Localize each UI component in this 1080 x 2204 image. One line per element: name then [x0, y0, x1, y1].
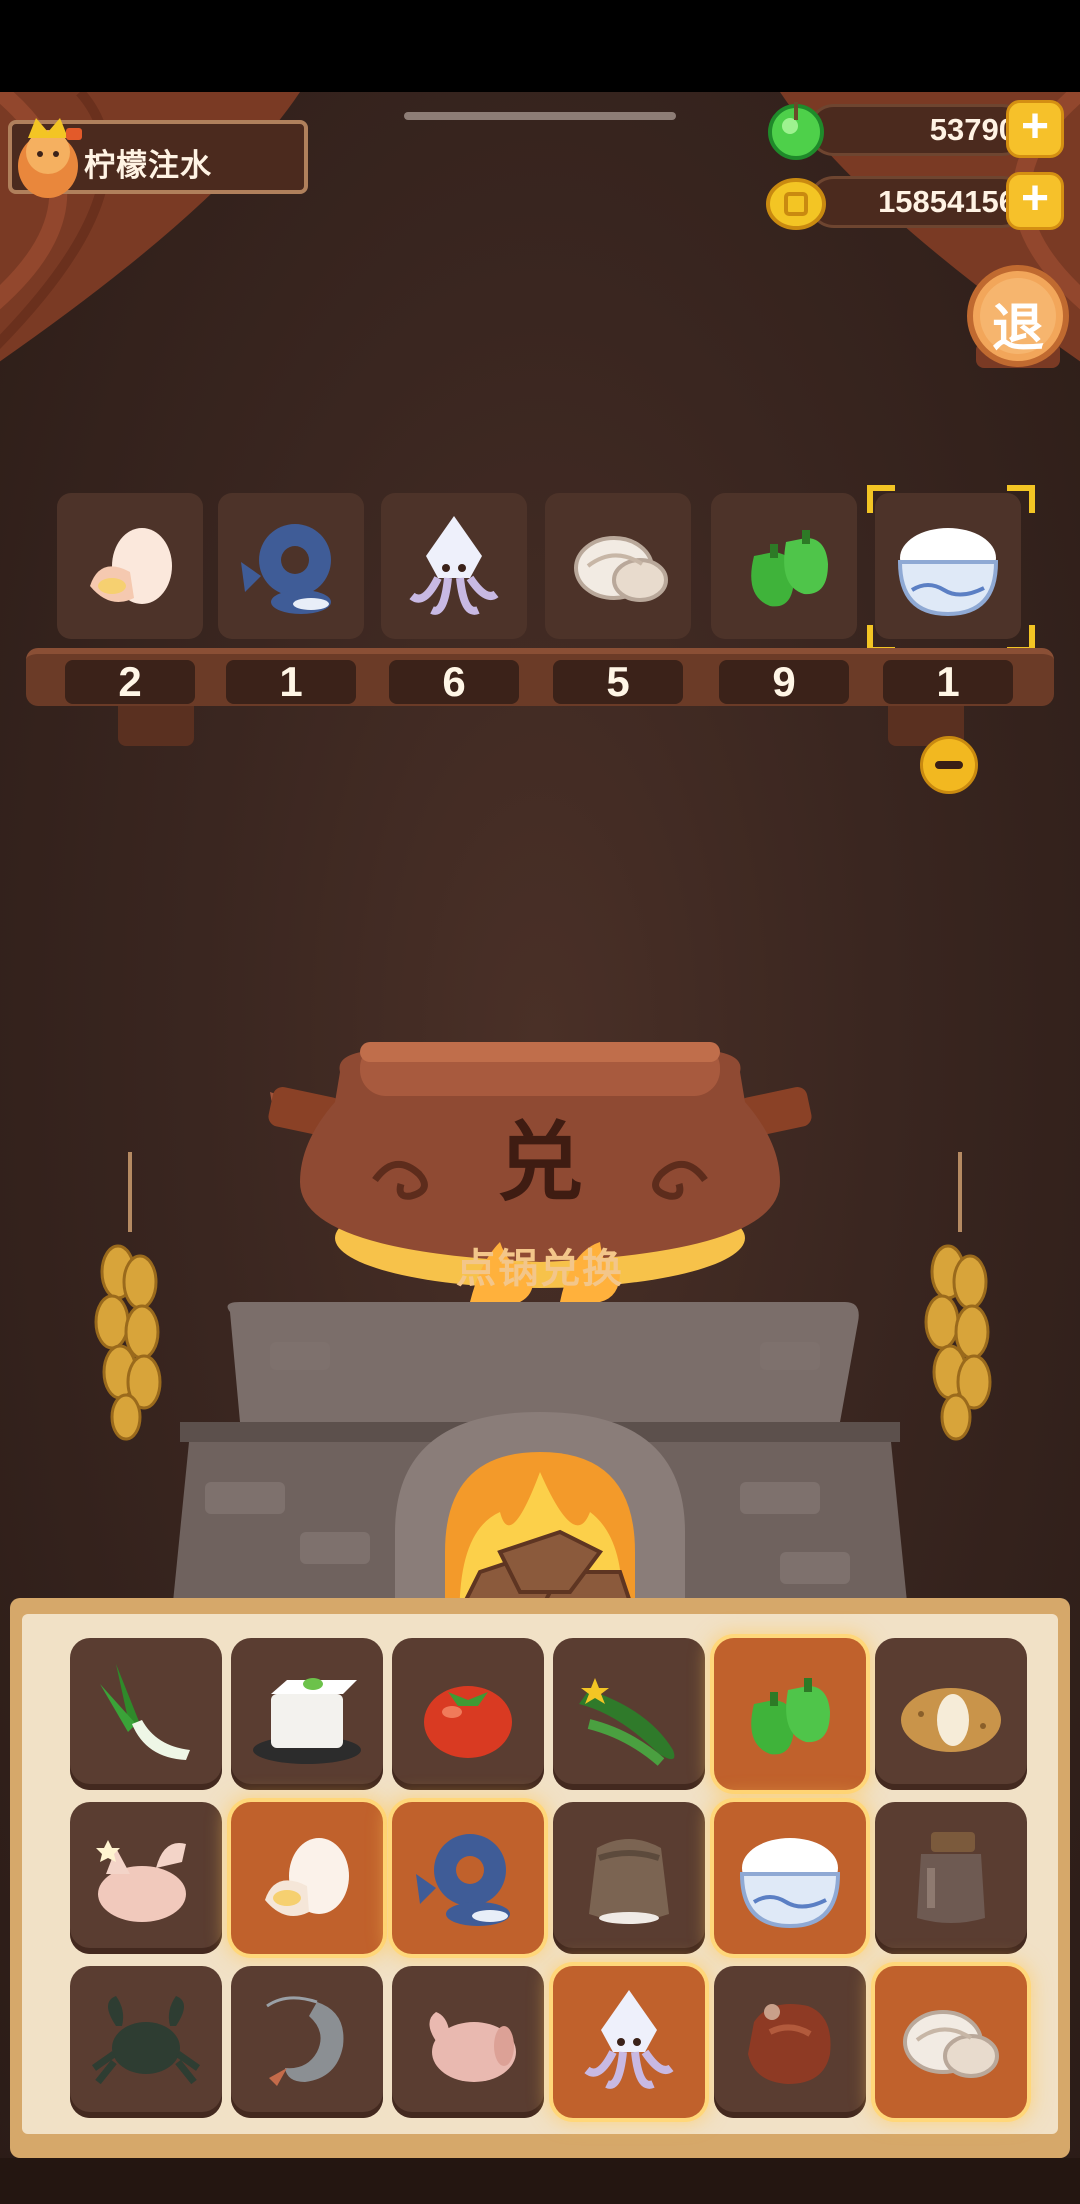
potato-icon: [901, 1688, 1001, 1752]
duck-icon: [429, 2012, 516, 2082]
ingredient-inventory: [10, 1598, 1070, 2158]
exit-button[interactable]: 退: [962, 264, 1074, 374]
tofu-icon: [253, 1678, 361, 1764]
chicken-icon: [96, 1840, 186, 1922]
egg-icon: [90, 528, 172, 604]
gem-counter: 53790 +: [764, 100, 1064, 160]
add-coins-button[interactable]: +: [1006, 172, 1064, 230]
shelf-leg: [118, 706, 194, 746]
inventory-item-jar[interactable]: [875, 1802, 1027, 1954]
shelf-slot-rice[interactable]: [875, 493, 1021, 639]
inventory-item-tomato[interactable]: [392, 1638, 544, 1790]
jar-icon: [917, 1832, 985, 1923]
shelf-slot-egg[interactable]: [57, 493, 203, 639]
flour-sack-icon: [589, 1839, 669, 1924]
shelf-slot-pepper[interactable]: [711, 493, 857, 639]
squid-icon: [409, 516, 499, 615]
meat-icon: [748, 2004, 831, 2084]
clam-icon: [574, 536, 668, 602]
shelf-count-clam: 5: [553, 660, 683, 704]
shelf-slot-fish[interactable]: [218, 493, 364, 639]
inventory-item-fish[interactable]: [392, 1802, 544, 1954]
gem-amount: 53790: [929, 112, 1016, 147]
green-pepper-icon: [751, 530, 828, 607]
inventory-item-duck[interactable]: [392, 1966, 544, 2118]
green-gem-icon: [768, 102, 824, 160]
exchange-pot-button[interactable]: 点锅兑换: [0, 1236, 1080, 1294]
gold-coin-icon: [766, 178, 826, 230]
inventory-item-shrimp[interactable]: [231, 1966, 383, 2118]
home-indicator[interactable]: [404, 112, 676, 120]
coin-counter: 15854156 +: [764, 172, 1064, 230]
inventory-item-tofu[interactable]: [231, 1638, 383, 1790]
inventory-item-crab[interactable]: [70, 1966, 222, 2118]
fish-icon: [416, 1834, 510, 1926]
tomato-icon: [424, 1686, 512, 1758]
inventory-item-clam[interactable]: [875, 1966, 1027, 2118]
selection-corner: [867, 485, 895, 513]
shelf-count-pepper: 9: [719, 660, 849, 704]
inventory-item-chicken[interactable]: [70, 1802, 222, 1954]
inventory-item-egg[interactable]: [231, 1802, 383, 1954]
fish-icon: [241, 524, 331, 614]
cucumber-icon: [579, 1678, 675, 1766]
chef-avatar-icon: [18, 118, 82, 198]
squid-icon: [584, 1990, 674, 2089]
status-bar: [0, 0, 1080, 92]
player-badge[interactable]: 柠檬注水: [8, 118, 308, 198]
coin-amount: 15854156: [878, 184, 1016, 219]
remove-item-button[interactable]: [920, 736, 978, 794]
rice-bowl-icon: [897, 528, 999, 617]
leek-icon: [100, 1664, 190, 1760]
selection-corner: [1007, 485, 1035, 513]
inventory-item-rice[interactable]: [714, 1802, 866, 1954]
inventory-item-squid[interactable]: [553, 1966, 705, 2118]
clam-icon: [903, 2010, 999, 2078]
inventory-item-cucumber[interactable]: [553, 1638, 705, 1790]
inventory-item-leek[interactable]: [70, 1638, 222, 1790]
exit-label: 退: [991, 300, 1044, 358]
shelf-count-squid: 6: [389, 660, 519, 704]
shelf-slot-clam[interactable]: [545, 493, 691, 639]
inventory-item-flour-sack[interactable]: [553, 1802, 705, 1954]
shrimp-icon: [266, 1996, 344, 2086]
inventory-item-pepper[interactable]: [714, 1638, 866, 1790]
inventory-item-potato[interactable]: [875, 1638, 1027, 1790]
inventory-grid: [22, 1614, 1058, 2134]
shelf-count-rice: 1: [883, 660, 1013, 704]
inventory-item-meat[interactable]: [714, 1966, 866, 2118]
add-gems-button[interactable]: +: [1006, 100, 1064, 158]
player-name: 柠檬注水: [84, 148, 212, 183]
pot-character: 兑: [497, 1115, 583, 1211]
rice-bowl-icon: [739, 1838, 841, 1929]
egg-icon: [265, 1838, 349, 1916]
crab-icon: [91, 1996, 201, 2085]
bottom-floor: [0, 2158, 1080, 2204]
shelf-slot-squid[interactable]: [381, 493, 527, 639]
green-pepper-icon: [751, 1678, 830, 1755]
shelf-count-fish: 1: [226, 660, 356, 704]
shelf-count-egg: 2: [65, 660, 195, 704]
